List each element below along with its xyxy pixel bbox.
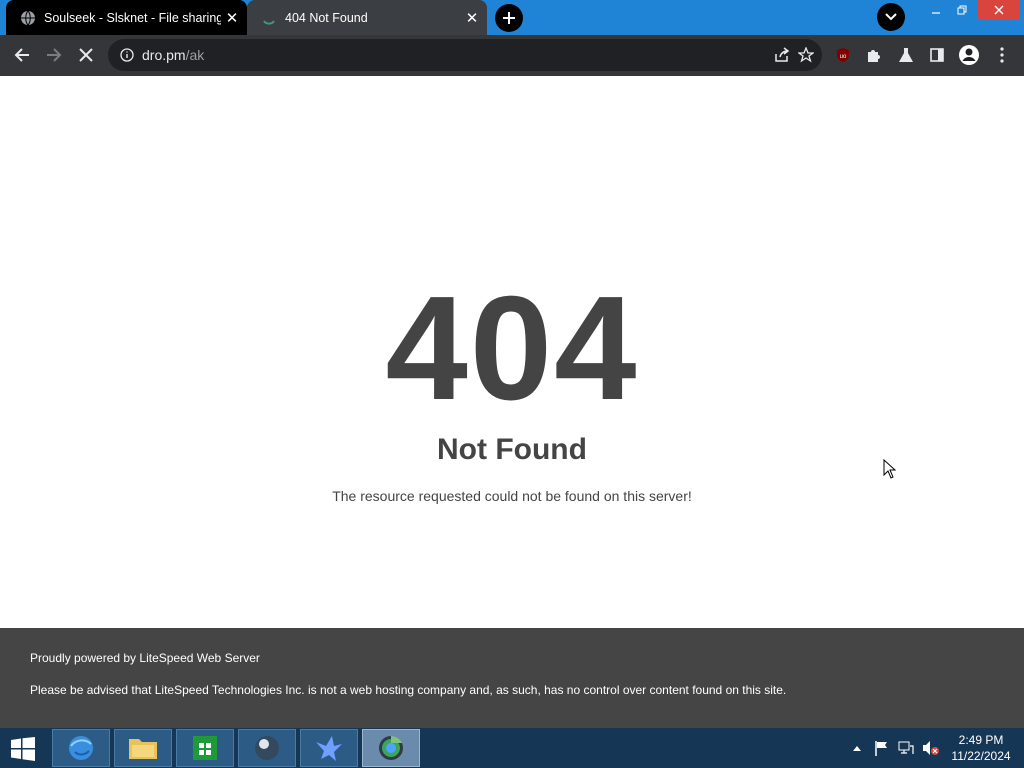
url-text[interactable]: dro.pm/ak [142,39,204,71]
tab-title: Soulseek - Slsknet - File sharing [44,10,221,25]
file-explorer-icon [129,739,157,759]
tab-close-icon[interactable]: ✕ [461,7,483,29]
footer-disclaimer: Please be advised that LiteSpeed Technol… [30,683,787,697]
close-icon [79,48,93,62]
taskbar-soulseek[interactable] [300,729,358,767]
media-sphere-icon [255,736,279,760]
stop-button[interactable] [72,41,100,69]
mouse-pointer-icon [883,458,897,484]
arrow-left-icon [14,48,29,62]
address-bar[interactable]: dro.pm/ak [108,39,822,71]
windows-logo-icon [11,737,35,761]
globe-icon [20,10,36,26]
tab-close-icon[interactable]: ✕ [221,7,243,29]
browser-toolbar: dro.pm/ak uo [0,35,1024,76]
share-icon[interactable] [770,43,794,67]
ublock-origin-icon[interactable]: uo [829,41,857,69]
restore-icon [957,5,967,15]
show-hidden-icons-button[interactable] [848,728,866,768]
taskbar-file-explorer[interactable] [114,729,172,767]
error-title: Not Found [437,433,587,466]
system-clock[interactable]: 2:49 PM 11/22/2024 [946,732,1016,764]
plus-icon [503,12,515,24]
footer-powered-by: Proudly powered by LiteSpeed Web Server [30,651,260,665]
minimize-icon [932,12,940,14]
clock-date: 11/22/2024 [951,749,1011,763]
start-button[interactable] [6,734,40,764]
clock-time: 2:49 PM [958,733,1004,747]
tab-search-button[interactable] [877,3,905,31]
taskbar-internet-explorer[interactable] [52,729,110,767]
profile-avatar-icon[interactable] [955,41,983,69]
forward-button[interactable] [40,41,68,69]
page-footer: Proudly powered by LiteSpeed Web Server … [0,628,1024,728]
error-description: The resource requested could not be foun… [332,488,692,504]
internet-explorer-icon [69,736,93,760]
svg-text:uo: uo [840,54,847,60]
action-center-flag-icon[interactable] [870,728,892,768]
volume-muted-icon[interactable] [920,728,942,768]
taskbar: 2:49 PM 11/22/2024 [0,728,1024,768]
tab-404[interactable]: 404 Not Found ✕ [247,0,487,35]
chrome-browser-icon [379,735,403,760]
side-panel-icon[interactable] [923,41,951,69]
menu-kebab-icon[interactable] [988,41,1016,69]
tab-strip: Soulseek - Slsknet - File sharing ✕ 404 … [0,0,1024,35]
url-path: /ak [185,47,205,63]
taskbar-chrome[interactable] [362,729,420,767]
puzzle-extensions-icon[interactable] [860,41,888,69]
close-icon [994,5,1004,15]
taskbar-media-sphere[interactable] [238,729,296,767]
chevron-up-icon [853,746,861,751]
tab-title: 404 Not Found [285,10,368,25]
restore-button[interactable] [950,0,974,20]
soulseek-bird-icon [316,736,342,761]
star-icon[interactable] [794,43,818,67]
taskbar-windows-store[interactable] [176,729,234,767]
new-tab-button[interactable] [495,4,523,32]
windows-store-icon [193,736,217,760]
url-host: dro.pm [142,47,186,63]
arrow-right-icon [47,48,62,62]
back-button[interactable] [8,41,36,69]
minimize-button[interactable] [924,0,948,20]
flask-labs-icon[interactable] [892,41,920,69]
error-code: 404 [385,266,639,431]
chevron-down-icon [885,13,897,21]
page-viewport: 404 Not Found The resource requested cou… [0,76,1024,628]
tab-soulseek[interactable]: Soulseek - Slsknet - File sharing ✕ [6,0,247,35]
info-icon[interactable] [118,46,136,64]
loading-spinner-icon [261,10,277,26]
network-icon[interactable] [895,728,917,768]
window-close-button[interactable] [978,0,1020,20]
